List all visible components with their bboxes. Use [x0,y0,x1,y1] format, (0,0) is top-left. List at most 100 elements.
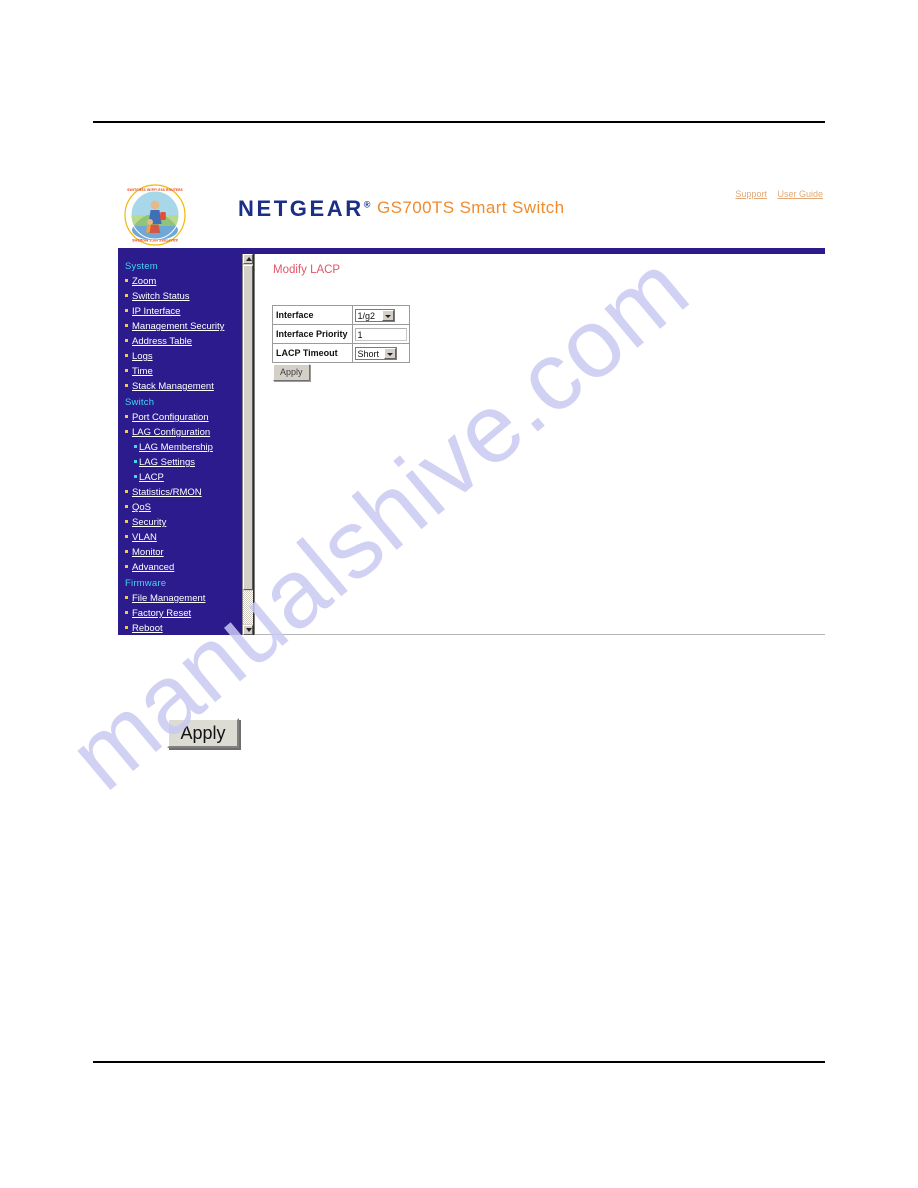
user-guide-link[interactable]: User Guide [777,189,823,199]
sidebar-item-address-table[interactable]: Address Table [118,334,242,349]
bullet-icon [125,369,128,373]
sidebar-item-label: Logs [132,351,153,362]
bullet-icon [125,339,128,343]
bullet-icon [125,294,128,298]
interface-priority-input[interactable]: 1 [354,327,407,341]
interface-priority-field-cell: 1 [351,324,410,344]
app-body: System Zoom Switch Status IP Interface M… [118,254,825,635]
apply-button-figure[interactable]: Apply [167,718,239,748]
sidebar-item-lag-configuration[interactable]: LAG Configuration [118,425,242,440]
sidebar-scrollbar[interactable] [242,254,253,635]
interface-label: Interface [272,305,353,325]
bullet-icon [125,324,128,328]
bullet-icon [125,354,128,358]
sidebar-item-label: Time [132,366,153,377]
switch-web-ui-screenshot: SWITCHES WIRELESS ROUTERS ADAPTERS NICS … [118,178,825,640]
bullet-icon [125,565,128,569]
interface-select-value: 1/g2 [357,310,376,321]
sidebar-item-statistics-rmon[interactable]: Statistics/RMON [118,485,242,500]
sidebar-item-factory-reset[interactable]: Factory Reset [118,606,242,621]
lacp-timeout-field-cell: Short [351,343,410,363]
support-link[interactable]: Support [735,189,767,199]
sidebar-item-label: IP Interface [132,306,181,317]
bullet-icon [125,520,128,524]
bullet-icon [134,460,137,464]
netgear-wordmark: NETGEAR® [238,196,370,222]
sidebar-item-label: Zoom [132,276,157,287]
table-row: LACP Timeout Short [272,343,410,363]
sidebar-item-label: Reboot [132,623,163,634]
lacp-form-table: Interface 1/g2 Interface Priority 1 LACP… [272,305,410,363]
table-row: Interface 1/g2 [272,305,410,325]
bullet-icon [125,596,128,600]
sidebar-item-label: Switch Status [132,291,190,302]
scroll-down-button[interactable] [243,625,253,635]
bullet-icon [125,611,128,615]
chevron-down-icon[interactable] [381,309,394,321]
sidebar-item-management-security[interactable]: Management Security [118,319,242,334]
sidebar-item-label: QoS [132,502,152,513]
chevron-up-icon [246,257,252,261]
sidebar-section-switch: Switch [125,397,155,408]
sidebar-section-firmware: Firmware [125,578,167,589]
interface-select[interactable]: 1/g2 [354,308,395,322]
trademark-symbol: ® [363,199,371,210]
lacp-timeout-select-value: Short [357,348,380,359]
sidebar-item-lag-membership[interactable]: LAG Membership [118,440,242,455]
sidebar-item-file-management[interactable]: File Management [118,591,242,606]
sidebar-item-ip-interface[interactable]: IP Interface [118,304,242,319]
scroll-up-button[interactable] [243,254,253,264]
bullet-icon [125,415,128,419]
bullet-icon [125,430,128,434]
sidebar-section-system: System [125,261,158,272]
sidebar-item-label: Port Configuration [132,412,209,423]
sidebar-item-security[interactable]: Security [118,515,242,530]
sidebar-item-label: Advanced [132,562,175,573]
sidebar-item-lag-settings[interactable]: LAG Settings [118,455,242,470]
sidebar-item-switch-status[interactable]: Switch Status [118,289,242,304]
sidebar-item-label: Monitor [132,547,164,558]
table-row: Interface Priority 1 [272,324,410,344]
sidebar-item-label: Statistics/RMON [132,487,202,498]
bullet-icon [134,445,137,449]
lacp-timeout-select[interactable]: Short [354,346,397,360]
sidebar-item-logs[interactable]: Logs [118,349,242,364]
bullet-icon [125,490,128,494]
sidebar-item-reboot[interactable]: Reboot [118,621,242,635]
bullet-icon [125,505,128,509]
sidebar-item-monitor[interactable]: Monitor [118,545,242,560]
sidebar-item-stack-management[interactable]: Stack Management [118,379,242,394]
content-pane: Modify LACP Interface 1/g2 Interface Pri… [255,254,825,635]
chevron-down-icon[interactable] [383,347,396,359]
sidebar-item-label: LAG Membership [139,442,213,453]
sidebar-item-qos[interactable]: QoS [118,500,242,515]
sidebar-item-advanced[interactable]: Advanced [118,560,242,575]
bullet-icon [125,279,128,283]
sidebar-item-vlan[interactable]: VLAN [118,530,242,545]
sidebar-item-port-configuration[interactable]: Port Configuration [118,410,242,425]
sidebar-item-label: Stack Management [132,381,214,392]
bullet-icon [134,475,137,479]
sidebar-item-label: LAG Settings [139,457,195,468]
sidebar-item-label: File Management [132,593,206,604]
product-name: GS700TS Smart Switch [377,198,565,217]
sidebar-item-label: Address Table [132,336,193,347]
netgear-badge-logo: SWITCHES WIRELESS ROUTERS ADAPTERS NICS … [120,182,190,248]
bullet-icon [125,535,128,539]
sidebar-item-label: Management Security [132,321,225,332]
sidebar-item-zoom[interactable]: Zoom [118,274,242,289]
scrollbar-track[interactable] [243,591,253,624]
sidebar: System Zoom Switch Status IP Interface M… [118,254,255,635]
page-bottom-rule [93,1061,825,1063]
sidebar-item-time[interactable]: Time [118,364,242,379]
app-header: SWITCHES WIRELESS ROUTERS ADAPTERS NICS … [118,178,825,246]
apply-button[interactable]: Apply [273,364,310,381]
netgear-wordmark-text: NETGEAR [238,196,364,221]
header-links: Support User Guide [727,189,823,199]
bullet-icon [125,384,128,388]
sidebar-item-lacp[interactable]: LACP [118,470,242,485]
scrollbar-thumb[interactable] [243,265,253,590]
sidebar-nav: System Zoom Switch Status IP Interface M… [118,254,242,635]
page-top-rule [93,121,825,123]
sidebar-item-label: Security [132,517,167,528]
